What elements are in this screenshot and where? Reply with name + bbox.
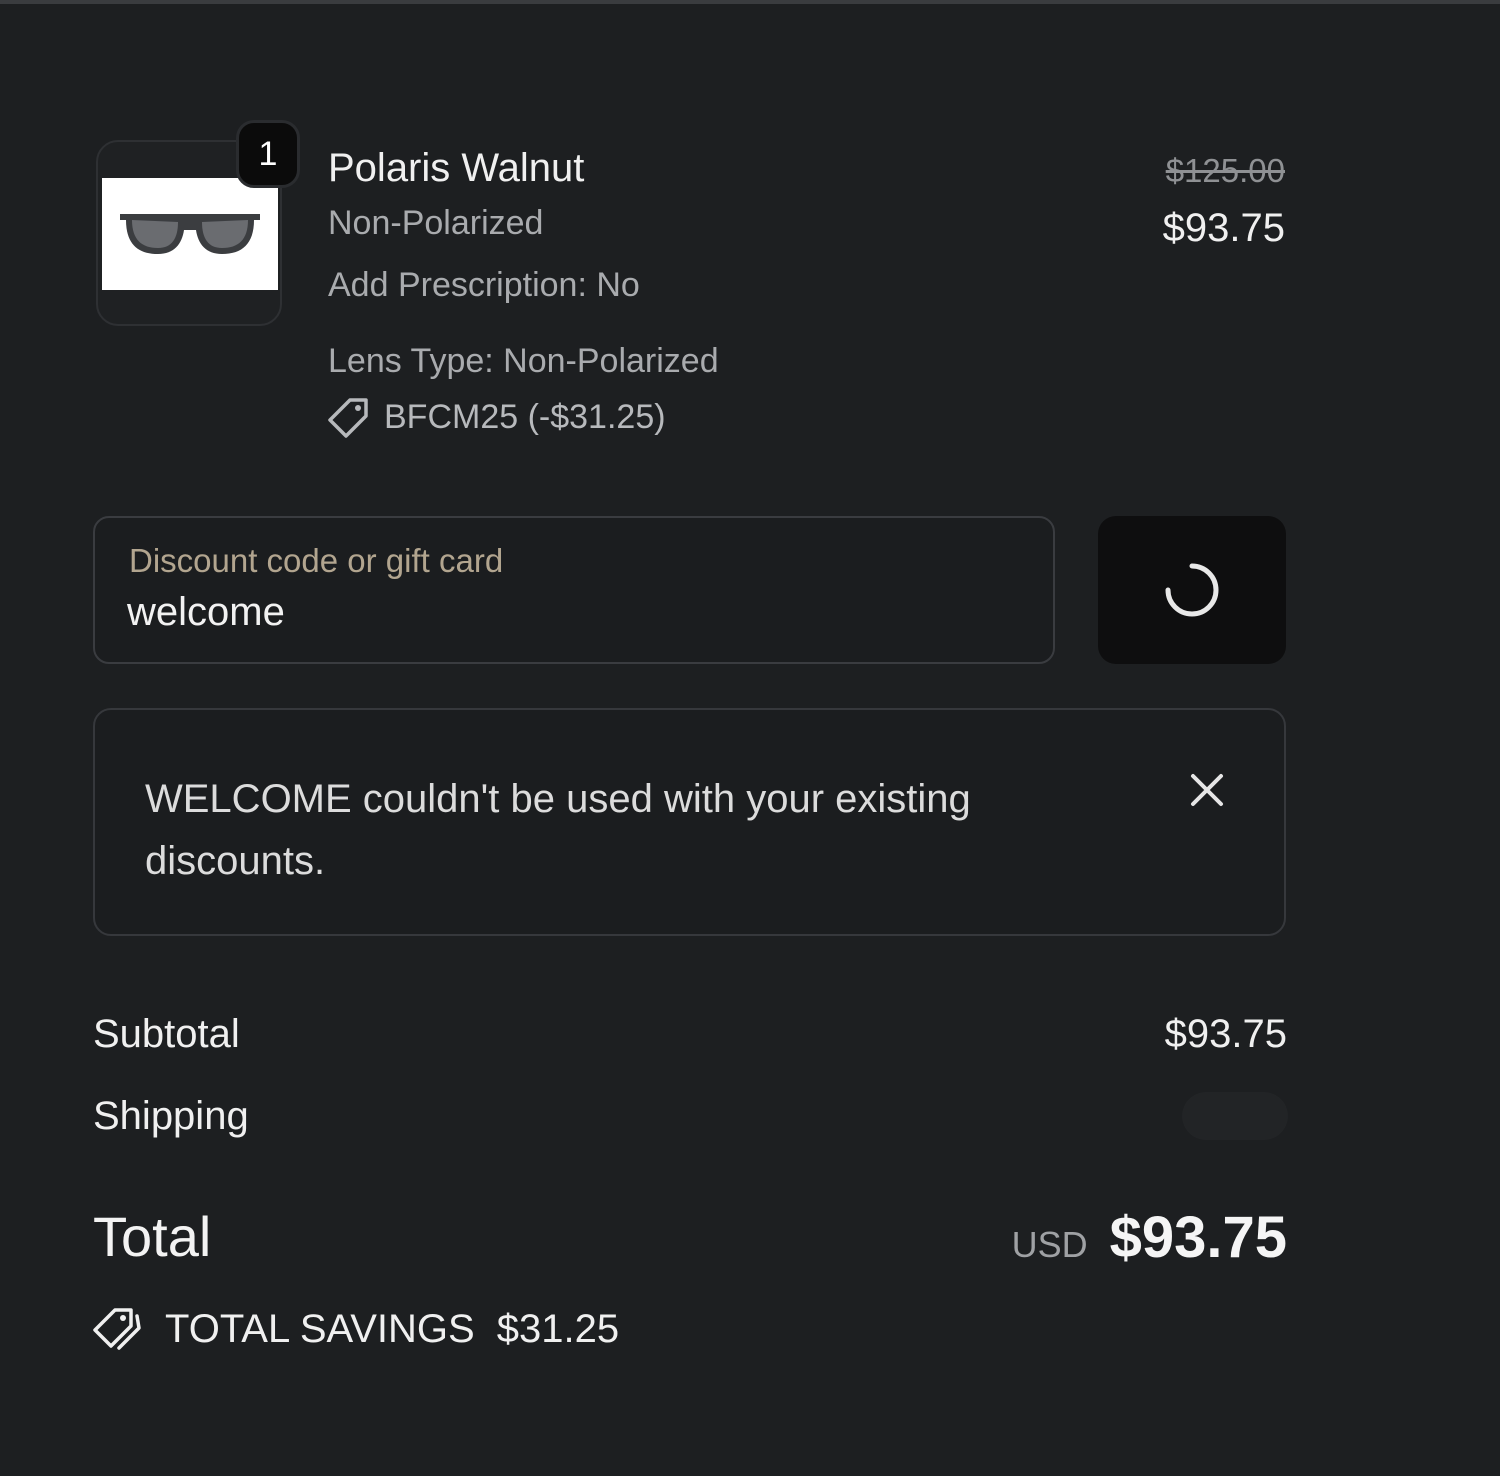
subtotal-label: Subtotal	[93, 1012, 240, 1056]
original-price: $125.00	[1165, 152, 1285, 189]
discount-code-label: Discount code or gift card	[129, 542, 504, 579]
tag-icon	[328, 396, 370, 438]
subtotal-value: $93.75	[1164, 1012, 1287, 1056]
close-icon	[1191, 774, 1223, 806]
savings-value: $31.25	[496, 1306, 620, 1351]
notice-message: WELCOME couldn't be used with your exist…	[145, 777, 971, 883]
spinner-icon	[1165, 563, 1219, 617]
close-notice-button[interactable]	[1187, 770, 1227, 810]
product-name: Polaris Walnut	[328, 146, 585, 190]
product-prescription: Add Prescription: No	[328, 266, 640, 304]
item-discount: BFCM25 (-$31.25)	[328, 396, 666, 438]
total-amount: $93.75	[1109, 1205, 1287, 1270]
quantity-badge: 1	[236, 120, 300, 188]
discount-code-value[interactable]: welcome	[127, 590, 285, 635]
savings-label: TOTAL SAVINGS	[165, 1306, 475, 1351]
currency-code: USD	[1011, 1224, 1088, 1265]
apply-discount-button[interactable]	[1098, 516, 1286, 664]
sunglasses-image	[102, 178, 278, 290]
discounted-price: $93.75	[1162, 206, 1285, 250]
shipping-value-placeholder	[1182, 1092, 1288, 1140]
product-lens-type: Lens Type: Non-Polarized	[328, 342, 719, 380]
total-value: USD $93.75	[1012, 1204, 1287, 1271]
tags-icon	[93, 1306, 143, 1352]
product-variant: Non-Polarized	[328, 204, 544, 242]
item-discount-text: BFCM25 (-$31.25)	[384, 397, 666, 436]
total-savings: TOTAL SAVINGS $31.25	[93, 1306, 619, 1352]
shipping-label: Shipping	[93, 1094, 249, 1138]
discount-error-notice: WELCOME couldn't be used with your exist…	[93, 708, 1286, 936]
sunglasses-icon	[120, 214, 260, 254]
discount-code-input[interactable]: Discount code or gift card welcome	[93, 516, 1055, 664]
total-label: Total	[93, 1205, 212, 1268]
top-divider	[0, 0, 1500, 4]
